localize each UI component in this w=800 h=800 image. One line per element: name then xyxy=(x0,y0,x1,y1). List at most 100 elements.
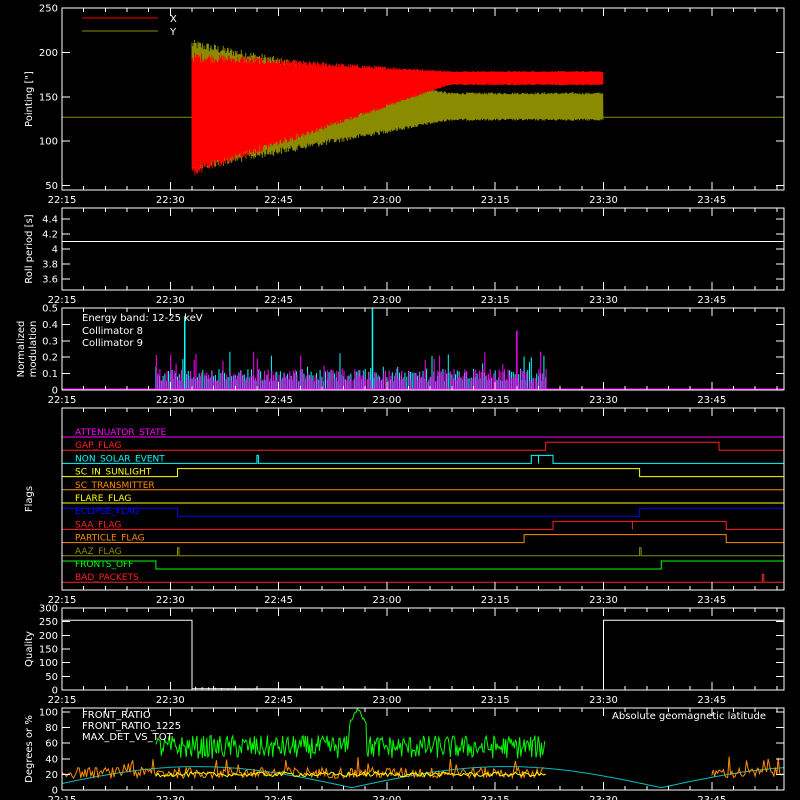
x-tick-label: 22:30 xyxy=(156,195,185,206)
x-tick-label: 22:30 xyxy=(156,795,185,800)
x-tick-label: 23:30 xyxy=(589,195,618,206)
y-tick-label: 250 xyxy=(39,617,58,628)
flag-label: NON_SOLAR_EVENT xyxy=(75,454,165,464)
legend-label: Y xyxy=(169,27,177,38)
y-tick-label: 0.2 xyxy=(42,353,58,364)
flag-trace-sc-in-sunlight xyxy=(62,468,784,478)
y-tick-label: 100 xyxy=(39,707,58,718)
legend-label: Collimator 8 xyxy=(82,326,143,337)
flag-trace-non-solar-event xyxy=(62,454,784,464)
legend-label: MAX_DET_VS_TOT xyxy=(82,732,174,743)
y-axis-label: Degrees or % xyxy=(24,715,35,783)
x-tick-label: 22:30 xyxy=(156,295,185,306)
y-axis-label: Quality xyxy=(24,631,35,667)
y-axis-label: modulation xyxy=(28,321,39,378)
y-axis-label: Pointing ["] xyxy=(24,71,35,127)
x-tick-label: 23:15 xyxy=(481,195,510,206)
y-axis-label: Normalized xyxy=(16,321,27,378)
y-tick-label: 200 xyxy=(39,631,58,642)
legend-label: X xyxy=(170,14,177,25)
x-tick-label: 22:45 xyxy=(264,795,293,800)
y-tick-label: 0.5 xyxy=(42,304,58,315)
flag-label: SC_IN_SUNLIGHT xyxy=(75,468,152,478)
x-tick-label: 23:30 xyxy=(589,595,618,606)
y-tick-label: 40 xyxy=(45,754,58,765)
x-tick-label: 22:45 xyxy=(264,295,293,306)
y-tick-label: 0.4 xyxy=(42,320,58,331)
x-tick-label: 23:15 xyxy=(481,795,510,800)
legend-label: FRONT_RATIO xyxy=(82,710,151,721)
flag-label: BAD_PACKETS xyxy=(75,573,139,583)
x-tick-label: 23:45 xyxy=(697,595,726,606)
flag-trace-eclipse-flag xyxy=(61,507,785,517)
y-tick-label: 20 xyxy=(45,770,58,781)
flag-label: ATTENUATOR_STATE xyxy=(75,428,167,438)
flag-label: PARTICLE_FLAG xyxy=(75,534,145,544)
flag-label: ECLIPSE_FLAG xyxy=(75,507,139,517)
y-tick-label: 150 xyxy=(39,645,58,656)
flag-label: AAZ_FLAG xyxy=(75,547,122,557)
x-tick-label: 22:45 xyxy=(264,395,293,406)
flag-trace-fronts-off xyxy=(61,560,785,570)
y-tick-label: 4 xyxy=(52,245,58,256)
y-tick-label: 250 xyxy=(39,4,58,15)
x-tick-label: 23:30 xyxy=(589,395,618,406)
y-tick-label: 3.8 xyxy=(42,259,58,270)
x-tick-label: 23:15 xyxy=(481,595,510,606)
roll-period-panel: 22:15 22:30 22:45 23:00 23:15 23:30 23:453.63.… xyxy=(24,207,785,306)
energy-band-annotation: Energy band: 12-25 keV xyxy=(82,313,203,324)
x-tick-label: 22:30 xyxy=(156,695,185,706)
x-tick-label: 23:00 xyxy=(372,395,401,406)
flags-panel: ATTENUATOR_STATE GAP_FLAG NON_SOLAR_EVENT S… xyxy=(24,407,785,606)
flag-trace-aaz-flag xyxy=(62,547,784,557)
quality-line xyxy=(62,619,784,691)
x-tick-label: 22:15 xyxy=(48,395,77,406)
y-tick-label: 200 xyxy=(39,48,58,59)
y-tick-label: 4.4 xyxy=(42,215,58,226)
x-tick-label: 22:30 xyxy=(156,595,185,606)
x-tick-label: 23:45 xyxy=(697,395,726,406)
geomagnetic-latitude-label: Absolute geomagnetic latitude xyxy=(612,711,766,722)
x-tick-label: 22:45 xyxy=(264,695,293,706)
flag-label: SAA_FLAG xyxy=(75,520,121,530)
x-tick-label: 22:30 xyxy=(156,395,185,406)
x-tick-label: 23:15 xyxy=(481,695,510,706)
x-tick-label: 23:45 xyxy=(697,295,726,306)
x-tick-label: 22:15 xyxy=(48,195,77,206)
y-axis-label: Flags xyxy=(24,486,35,512)
flag-trace-gap-flag xyxy=(62,441,784,451)
y-tick-label: 0 xyxy=(52,686,58,697)
y-axis-label: Roll period [s] xyxy=(24,214,35,283)
y-tick-label: 0.1 xyxy=(42,369,58,380)
flag-trace-saa-flag xyxy=(62,520,784,530)
flag-trace-bad-packets xyxy=(62,573,784,583)
y-tick-label: 0 xyxy=(52,386,58,397)
x-tick-label: 22:45 xyxy=(264,595,293,606)
hessi-summary-plot: XY 22:15 22:30 22:45 23:00 23:15 23:30 23:45 50 1… xyxy=(16,4,785,800)
quality-panel: 22:15 22:30 22:45 23:00 23:15 23:30 23:45 0 50 10… xyxy=(24,604,785,706)
y-tick-label: 50 xyxy=(45,181,58,192)
y-tick-label: 3.6 xyxy=(42,274,58,285)
flag-label: SC_TRANSMITTER xyxy=(75,481,155,491)
legend-label: FRONT_RATIO_1225 xyxy=(82,721,181,732)
x-tick-label: 23:15 xyxy=(481,295,510,306)
x-tick-label: 23:30 xyxy=(589,695,618,706)
y-tick-label: 150 xyxy=(39,92,58,103)
x-tick-label: 22:15 xyxy=(48,695,77,706)
plot-frame xyxy=(61,407,785,591)
y-tick-label: 100 xyxy=(39,658,58,669)
x-tick-label: 23:15 xyxy=(481,395,510,406)
y-tick-label: 50 xyxy=(45,672,58,683)
x-tick-label: 23:00 xyxy=(372,195,401,206)
x-tick-label: 23:45 xyxy=(697,695,726,706)
y-tick-label: 4.2 xyxy=(42,230,58,241)
x-tick-label: 22:45 xyxy=(264,195,293,206)
ratio-panel: FRONT_RATIOFRONT_RATIO_1225MAX_DET_VS_TO… xyxy=(24,707,785,800)
pointing-panel: XY 22:15 22:30 22:45 23:00 23:15 23:30 23:45 50 1… xyxy=(24,4,785,206)
x-tick-label: 23:00 xyxy=(372,795,401,800)
x-tick-label: 23:00 xyxy=(372,595,401,606)
flag-label: FRONTS_OFF xyxy=(75,560,133,570)
x-tick-label: 23:00 xyxy=(372,695,401,706)
flag-trace-particle-flag xyxy=(62,534,784,544)
x-tick-label: 23:30 xyxy=(589,295,618,306)
